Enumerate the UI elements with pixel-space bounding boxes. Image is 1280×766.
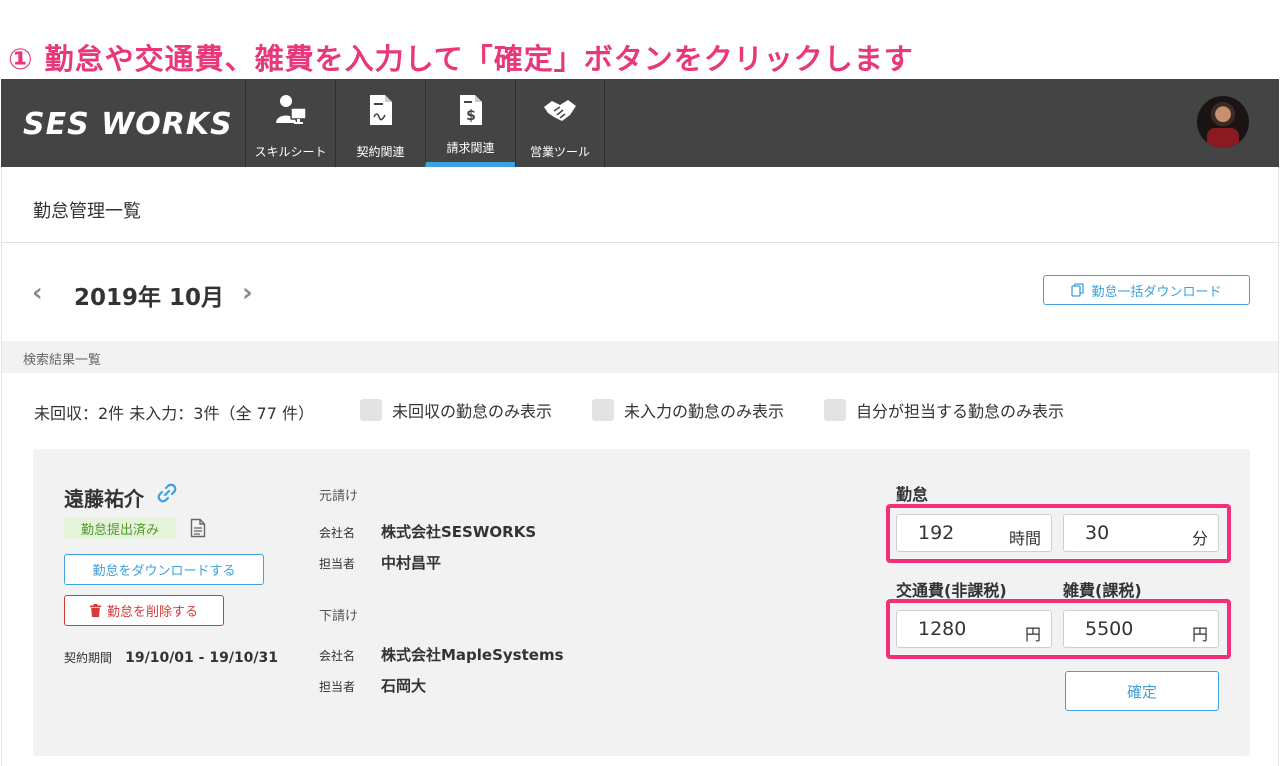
user-avatar[interactable]: [1197, 96, 1249, 148]
results-label: 検索結果一覧: [23, 353, 102, 368]
hours-value: 192: [918, 522, 955, 544]
company-label: 会社名: [319, 526, 356, 540]
transport-input[interactable]: 1280 円: [896, 610, 1052, 648]
trash-icon: [89, 604, 101, 617]
downstream-company: 会社名 株式会社MapleSystems: [319, 644, 564, 665]
status-badge: 勤怠提出済み: [64, 517, 176, 539]
filter-label: 自分が担当する勤怠のみ表示: [856, 402, 1065, 421]
delete-attendance-button[interactable]: 勤怠を削除する: [64, 595, 224, 626]
instruction-caption: ① 勤怠や交通費、雑費を入力して「確定」ボタンをクリックします: [8, 42, 914, 76]
minutes-input[interactable]: 30 分: [1063, 514, 1219, 552]
handshake-icon: [544, 100, 576, 121]
nav-item-contracts[interactable]: 契約関連: [335, 79, 425, 167]
transport-label: 交通費(非課税): [896, 581, 1007, 600]
nav-label: 請求関連: [446, 141, 495, 155]
person-monitor-icon: [275, 95, 307, 124]
results-summary: 未回収：2件 未入力：3件（全 77 件）: [34, 404, 314, 423]
company-label: 会社名: [319, 649, 356, 663]
minutes-value: 30: [1085, 522, 1110, 544]
download-attendance-button[interactable]: 勤怠をダウンロードする: [64, 554, 264, 585]
link-icon[interactable]: [157, 483, 177, 503]
upstream-heading: 元請け: [319, 489, 359, 504]
bulk-download-button[interactable]: 勤怠一括ダウンロード: [1043, 275, 1250, 305]
filter-mine[interactable]: 自分が担当する勤怠のみ表示: [824, 399, 1064, 421]
confirm-button[interactable]: 確定: [1065, 671, 1219, 711]
bulk-download-label: 勤怠一括ダウンロード: [1091, 284, 1222, 300]
main-panel: 勤怠管理一覧 ‹ 2019年 10月 › 勤怠一括ダウンロード 検索結果一覧 未…: [1, 167, 1279, 766]
nav-label: スキルシート: [254, 145, 327, 159]
contract-document-icon: [369, 95, 392, 125]
engineer-name: 遠藤祐介: [64, 487, 144, 511]
filter-label: 未入力の勤怠のみ表示: [624, 402, 785, 421]
filter-checkbox[interactable]: [592, 399, 614, 421]
filter-uncollected[interactable]: 未回収の勤怠のみ表示: [360, 399, 552, 421]
downstream-manager: 担当者 石岡大: [319, 675, 426, 696]
manager-label: 担当者: [319, 680, 356, 694]
page-header: 勤怠管理一覧: [2, 167, 1278, 243]
period-value: 19/10/01 - 19/10/31: [125, 650, 279, 666]
company-value: 株式会社SESWORKS: [381, 523, 537, 541]
period-label: 契約期間: [64, 651, 113, 665]
svg-text:$: $: [466, 108, 476, 124]
filter-label: 未回収の勤怠のみ表示: [392, 402, 553, 421]
upstream-company: 会社名 株式会社SESWORKS: [319, 521, 536, 542]
transport-unit: 円: [1024, 625, 1041, 644]
manager-value: 石岡大: [381, 677, 427, 695]
chevron-left-icon[interactable]: ‹: [32, 278, 43, 308]
misc-input[interactable]: 5500 円: [1063, 610, 1219, 648]
manager-label: 担当者: [319, 557, 356, 571]
results-header: 検索結果一覧: [2, 341, 1278, 373]
misc-unit: 円: [1191, 625, 1208, 644]
page-title: 勤怠管理一覧: [33, 201, 141, 222]
delete-label: 勤怠を削除する: [106, 605, 198, 620]
contract-period: 契約期間 19/10/01 - 19/10/31: [64, 647, 278, 666]
top-navbar: SES WORKS スキルシート 契約関連 $ 請求関連 営業ツール: [1, 79, 1279, 167]
nav-item-billing[interactable]: $ 請求関連: [425, 79, 515, 167]
filter-checkbox[interactable]: [360, 399, 382, 421]
transport-value: 1280: [918, 618, 967, 640]
nav-item-skill-sheet[interactable]: スキルシート: [245, 79, 335, 167]
attendance-label: 勤怠: [896, 485, 929, 504]
downstream-heading: 下請け: [319, 609, 359, 624]
company-value: 株式会社MapleSystems: [381, 646, 564, 664]
misc-value: 5500: [1085, 618, 1134, 640]
invoice-dollar-icon: $: [459, 95, 482, 125]
hours-unit: 時間: [1008, 529, 1041, 548]
filter-unentered[interactable]: 未入力の勤怠のみ表示: [592, 399, 784, 421]
filter-checkbox[interactable]: [824, 399, 846, 421]
nav-label: 契約関連: [356, 145, 405, 159]
current-month: 2019年 10月: [74, 285, 225, 311]
hours-input[interactable]: 192 時間: [896, 514, 1052, 552]
misc-label: 雑費(課税): [1063, 581, 1142, 600]
nav-item-sales-tools[interactable]: 営業ツール: [515, 79, 605, 167]
nav-label: 営業ツール: [529, 145, 590, 159]
ses-works-logo[interactable]: SES WORKS: [23, 107, 233, 142]
chevron-right-icon[interactable]: ›: [242, 278, 253, 308]
upstream-manager: 担当者 中村昌平: [319, 552, 441, 573]
minutes-unit: 分: [1191, 529, 1208, 548]
document-icon[interactable]: [190, 518, 206, 538]
copy-icon: [1071, 283, 1085, 297]
manager-value: 中村昌平: [381, 554, 442, 572]
